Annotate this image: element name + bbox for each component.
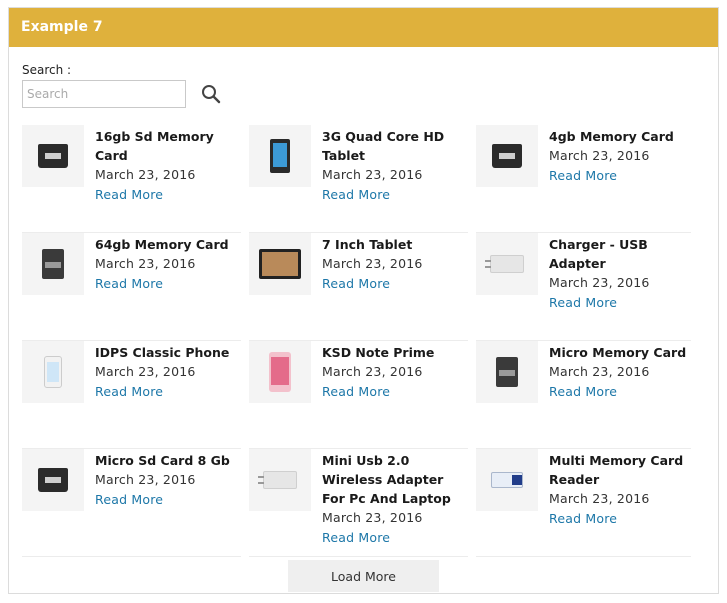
search-input[interactable] <box>22 80 186 108</box>
phone-icon <box>269 352 291 392</box>
product-image[interactable] <box>249 449 311 511</box>
product-item: Charger - USB Adapter March 23, 2016 Rea… <box>476 233 691 341</box>
product-date: March 23, 2016 <box>95 472 196 487</box>
product-title[interactable]: KSD Note Prime <box>322 343 468 362</box>
read-more-link[interactable]: Read More <box>549 165 617 186</box>
panel-title: Example 7 <box>9 8 718 47</box>
product-date: March 23, 2016 <box>95 167 196 182</box>
example-panel: Example 7 Search : 16gb Sd Memory Card M… <box>8 7 719 594</box>
product-date: March 23, 2016 <box>322 510 423 525</box>
product-date: March 23, 2016 <box>549 148 650 163</box>
product-image[interactable] <box>249 341 311 403</box>
product-image[interactable] <box>22 449 84 511</box>
product-date: March 23, 2016 <box>549 491 650 506</box>
read-more-link[interactable]: Read More <box>322 381 390 402</box>
product-title[interactable]: 64gb Memory Card <box>95 235 241 254</box>
product-item: Mini Usb 2.0 Wireless Adapter For Pc And… <box>249 449 468 557</box>
sd-card-icon <box>38 144 68 168</box>
product-item: 64gb Memory Card March 23, 2016 Read Mor… <box>22 233 241 341</box>
read-more-link[interactable]: Read More <box>95 381 163 402</box>
product-image[interactable] <box>22 125 84 187</box>
search-label: Search : <box>22 63 72 77</box>
search-button[interactable] <box>199 82 223 106</box>
product-image[interactable] <box>249 233 311 295</box>
tablet-icon <box>270 139 290 173</box>
read-more-link[interactable]: Read More <box>95 489 163 510</box>
product-item: Micro Memory Card March 23, 2016 Read Mo… <box>476 341 691 449</box>
product-title[interactable]: Micro Sd Card 8 Gb <box>95 451 241 470</box>
product-title[interactable]: 4gb Memory Card <box>549 127 691 146</box>
product-item: 3G Quad Core HD Tablet March 23, 2016 Re… <box>249 125 468 233</box>
product-title[interactable]: 16gb Sd Memory Card <box>95 127 241 165</box>
sd-card-icon <box>492 144 522 168</box>
product-title[interactable]: 7 Inch Tablet <box>322 235 468 254</box>
read-more-link[interactable]: Read More <box>322 184 390 205</box>
read-more-link[interactable]: Read More <box>549 508 617 529</box>
read-more-link[interactable]: Read More <box>549 292 617 313</box>
micro-sd-icon <box>42 249 64 279</box>
micro-sd-icon <box>496 357 518 387</box>
product-item: 4gb Memory Card March 23, 2016 Read More <box>476 125 691 233</box>
product-date: March 23, 2016 <box>95 364 196 379</box>
product-image[interactable] <box>476 233 538 295</box>
product-title[interactable]: 3G Quad Core HD Tablet <box>322 127 468 165</box>
product-item: 16gb Sd Memory Card March 23, 2016 Read … <box>22 125 241 233</box>
product-item: Multi Memory Card Reader March 23, 2016 … <box>476 449 691 557</box>
product-item: IDPS Classic Phone March 23, 2016 Read M… <box>22 341 241 449</box>
product-title[interactable]: Mini Usb 2.0 Wireless Adapter For Pc And… <box>322 451 468 508</box>
product-image[interactable] <box>476 341 538 403</box>
product-item: 7 Inch Tablet March 23, 2016 Read More <box>249 233 468 341</box>
product-image[interactable] <box>476 449 538 511</box>
product-date: March 23, 2016 <box>322 364 423 379</box>
product-image[interactable] <box>22 341 84 403</box>
read-more-link[interactable]: Read More <box>95 184 163 205</box>
sd-card-icon <box>38 468 68 492</box>
read-more-link[interactable]: Read More <box>95 273 163 294</box>
product-title[interactable]: Micro Memory Card <box>549 343 691 362</box>
product-title[interactable]: Charger - USB Adapter <box>549 235 691 273</box>
product-item: KSD Note Prime March 23, 2016 Read More <box>249 341 468 449</box>
usb-adapter-icon <box>258 471 297 489</box>
charger-icon <box>485 255 524 273</box>
product-date: March 23, 2016 <box>322 167 423 182</box>
load-more-button[interactable]: Load More <box>288 560 439 592</box>
phone-icon <box>44 356 62 388</box>
read-more-link[interactable]: Read More <box>549 381 617 402</box>
product-date: March 23, 2016 <box>322 256 423 271</box>
product-grid: 16gb Sd Memory Card March 23, 2016 Read … <box>22 125 699 557</box>
product-date: March 23, 2016 <box>549 364 650 379</box>
product-date: March 23, 2016 <box>95 256 196 271</box>
product-title[interactable]: IDPS Classic Phone <box>95 343 241 362</box>
product-image[interactable] <box>22 233 84 295</box>
card-reader-icon <box>491 472 523 488</box>
product-image[interactable] <box>476 125 538 187</box>
read-more-link[interactable]: Read More <box>322 273 390 294</box>
product-item: Micro Sd Card 8 Gb March 23, 2016 Read M… <box>22 449 241 557</box>
product-image[interactable] <box>249 125 311 187</box>
tablet-landscape-icon <box>259 249 301 279</box>
product-date: March 23, 2016 <box>549 275 650 290</box>
search-icon <box>202 85 221 104</box>
product-title[interactable]: Multi Memory Card Reader <box>549 451 691 489</box>
read-more-link[interactable]: Read More <box>322 527 390 548</box>
